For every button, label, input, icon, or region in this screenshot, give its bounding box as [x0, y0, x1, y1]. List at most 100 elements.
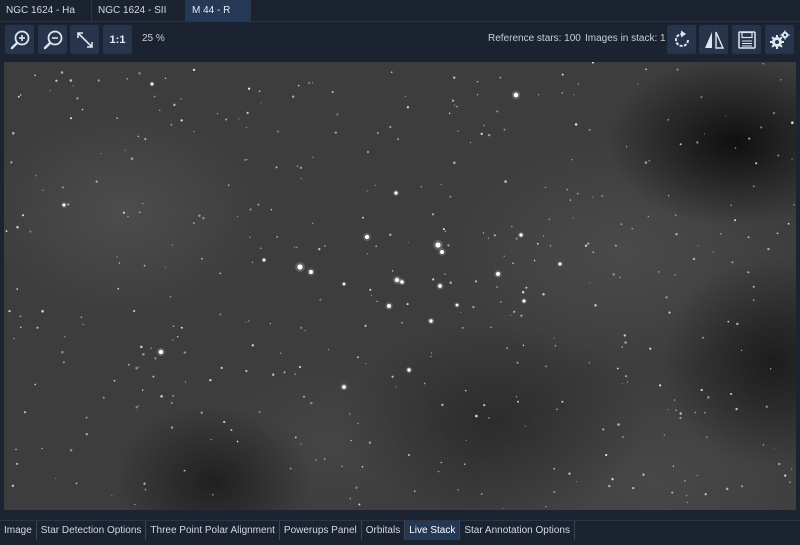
star — [406, 106, 410, 109]
one-to-one-button[interactable]: 1:1 — [103, 25, 132, 54]
zoom-level-readout: 25 % — [142, 33, 165, 44]
tab-image[interactable]: Image — [0, 521, 37, 540]
star — [219, 313, 222, 316]
star — [780, 78, 782, 81]
star — [135, 406, 138, 409]
star — [665, 296, 668, 299]
star — [169, 296, 172, 298]
star — [592, 251, 594, 253]
star — [150, 347, 152, 350]
star — [588, 362, 591, 364]
star — [789, 481, 791, 483]
star — [730, 204, 733, 207]
star — [740, 485, 744, 488]
star — [246, 159, 248, 161]
tab-orbitals[interactable]: Orbitals — [362, 521, 406, 540]
star — [144, 138, 147, 141]
star — [134, 503, 136, 506]
star — [675, 409, 677, 411]
bright-star — [400, 280, 404, 284]
star — [376, 132, 379, 134]
star — [15, 462, 19, 466]
star — [97, 79, 100, 82]
star — [747, 236, 750, 239]
star — [29, 230, 32, 233]
star — [225, 118, 228, 121]
reset-stack-button[interactable] — [667, 25, 696, 54]
settings-button[interactable] — [765, 25, 794, 54]
star — [574, 123, 578, 126]
star — [251, 261, 254, 263]
star — [183, 469, 186, 472]
star — [762, 444, 765, 446]
star — [553, 467, 556, 470]
tab-powerups-panel[interactable]: Powerups Panel — [280, 521, 362, 540]
star — [397, 138, 399, 140]
bright-star — [309, 270, 313, 274]
star — [296, 165, 299, 167]
star — [10, 161, 13, 164]
tab-ngc1624-sii[interactable]: NGC 1624 - SII — [92, 0, 186, 21]
star — [152, 375, 155, 378]
star — [449, 281, 452, 285]
star — [295, 246, 298, 249]
star — [244, 159, 246, 161]
star — [153, 95, 156, 98]
star — [463, 463, 466, 466]
star — [649, 347, 652, 350]
star — [130, 157, 134, 160]
tab-three-point-polar-alignment[interactable]: Three Point Polar Alignment — [146, 521, 280, 540]
star — [423, 382, 426, 385]
tab-ngc1624-ha[interactable]: NGC 1624 - Ha — [0, 0, 92, 21]
bright-star — [440, 250, 444, 254]
image-viewer[interactable] — [4, 62, 796, 510]
star — [176, 335, 179, 338]
star — [200, 411, 203, 415]
star — [172, 325, 175, 328]
zoom-out-button[interactable] — [38, 25, 67, 54]
star — [621, 346, 624, 348]
star — [734, 219, 737, 222]
star — [740, 349, 743, 352]
tab-star-annotation-options[interactable]: Star Annotation Options — [460, 521, 575, 540]
flip-button[interactable] — [699, 25, 728, 54]
star — [16, 288, 19, 290]
star — [725, 487, 729, 491]
star — [752, 299, 755, 302]
star — [61, 186, 64, 189]
star — [171, 338, 174, 341]
save-button[interactable] — [732, 25, 761, 54]
star — [696, 474, 698, 476]
star — [210, 439, 212, 441]
star — [19, 315, 22, 318]
star — [300, 178, 302, 180]
star — [358, 503, 361, 506]
star — [700, 388, 703, 392]
star — [118, 262, 121, 264]
star — [144, 488, 147, 491]
star — [331, 90, 334, 94]
star — [502, 508, 504, 510]
star — [198, 214, 201, 217]
star — [367, 151, 369, 153]
star — [19, 94, 22, 96]
star — [658, 271, 660, 273]
star — [137, 135, 140, 138]
star — [589, 282, 591, 284]
star — [776, 232, 779, 235]
zoom-in-button[interactable] — [5, 25, 34, 54]
star — [499, 76, 502, 79]
star — [312, 156, 314, 158]
tab-m44-r[interactable]: M 44 - R — [186, 0, 251, 21]
star — [448, 112, 451, 114]
tab-star-detection-options[interactable]: Star Detection Options — [37, 521, 147, 540]
star — [623, 334, 626, 337]
star — [431, 213, 435, 216]
tab-live-stack[interactable]: Live Stack — [405, 521, 461, 540]
star — [216, 112, 219, 115]
star — [667, 409, 669, 411]
star — [449, 195, 452, 198]
fit-to-window-button[interactable] — [70, 25, 99, 54]
star — [375, 245, 378, 248]
star — [202, 216, 205, 220]
